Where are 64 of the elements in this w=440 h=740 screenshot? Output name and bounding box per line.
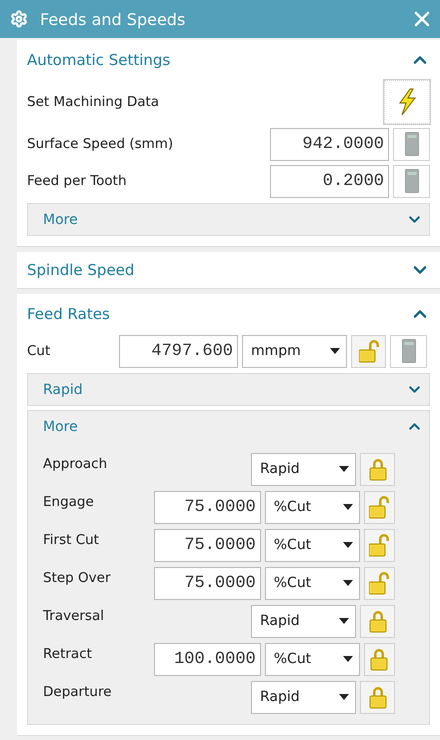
field-label: Departure: [43, 683, 113, 700]
section-header[interactable]: Feed Rates: [27, 294, 430, 334]
number-field[interactable]: 75.0000: [154, 490, 261, 524]
gear-icon: [10, 10, 28, 28]
calculator-button[interactable]: [393, 164, 430, 198]
field-label: Retract: [43, 645, 93, 662]
set-data-button[interactable]: [384, 80, 430, 124]
field-label: First Cut: [43, 531, 100, 548]
calculator-icon: [402, 339, 416, 363]
subsection-title: More: [43, 418, 78, 434]
calculator-icon: [404, 132, 418, 156]
caret-icon: [339, 466, 349, 472]
section-header[interactable]: Automatic Settings: [27, 40, 430, 80]
unit-dropdown[interactable]: Rapid: [251, 452, 356, 486]
section-header[interactable]: Spindle Speed: [27, 252, 430, 288]
subsection-header[interactable]: More: [28, 411, 429, 442]
field-label: Cut: [27, 343, 52, 359]
field-label: Step Over: [43, 569, 112, 586]
number-field[interactable]: 942.0000: [270, 128, 389, 160]
caret-icon: [342, 542, 353, 548]
caret-icon: [342, 504, 353, 510]
number-field[interactable]: 0.2000: [270, 164, 389, 198]
field-label: Feed per Tooth: [27, 173, 128, 189]
subsection-header[interactable]: Rapid: [28, 374, 429, 405]
lock-button[interactable]: [364, 528, 395, 562]
calculator-button[interactable]: [390, 334, 427, 368]
calculator-icon: [404, 169, 418, 193]
lightning-icon: [396, 88, 418, 116]
field-label: Traversal: [43, 607, 105, 624]
field-label: Approach: [43, 455, 108, 472]
lock-button[interactable]: [360, 452, 395, 486]
calculator-button[interactable]: [393, 128, 430, 160]
unit-dropdown[interactable]: %Cut: [264, 642, 360, 676]
unit-dropdown[interactable]: Rapid: [251, 604, 356, 638]
number-field[interactable]: 100.0000: [154, 642, 261, 676]
unit-dropdown[interactable]: %Cut: [264, 490, 360, 524]
unit-dropdown[interactable]: %Cut: [264, 566, 360, 600]
unit-dropdown[interactable]: %Cut: [264, 528, 360, 562]
number-field[interactable]: 75.0000: [154, 566, 261, 600]
lock-button[interactable]: [364, 490, 395, 524]
lock-button[interactable]: [351, 334, 386, 368]
caret-icon: [342, 656, 353, 662]
caret-icon: [339, 618, 349, 624]
caret-icon: [342, 580, 353, 586]
section-title: Automatic Settings: [27, 51, 170, 69]
unit-dropdown[interactable]: Rapid: [251, 680, 356, 714]
lock-button[interactable]: [364, 642, 395, 676]
field-label: Surface Speed (smm): [27, 136, 174, 152]
lock-button[interactable]: [360, 680, 395, 714]
subsection-header[interactable]: More: [28, 204, 429, 235]
caret-icon: [330, 348, 340, 354]
caret-icon: [339, 694, 349, 700]
number-field[interactable]: 4797.600: [119, 334, 238, 368]
subsection-title: Rapid: [43, 382, 83, 398]
field-label: Engage: [43, 493, 95, 510]
subsection-title: More: [43, 212, 78, 228]
unit-dropdown[interactable]: mmpm: [242, 334, 347, 368]
lock-button[interactable]: [364, 566, 395, 600]
section-title: Spindle Speed: [27, 261, 134, 279]
lock-button[interactable]: [360, 604, 395, 638]
field-label: Set Machining Data: [27, 94, 160, 110]
window-title: Feeds and Speeds: [40, 10, 186, 28]
number-field[interactable]: 75.0000: [154, 528, 261, 562]
section-title: Feed Rates: [27, 305, 110, 323]
